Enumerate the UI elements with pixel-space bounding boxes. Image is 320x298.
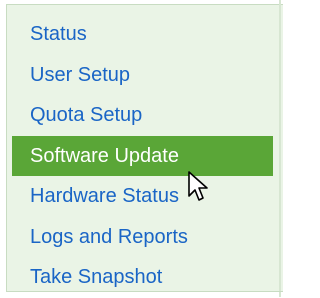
sidebar-item-label: User Setup xyxy=(30,63,131,86)
sidebar-item-label: Hardware Status xyxy=(30,185,179,208)
sidebar-item-label: Logs and Reports xyxy=(30,225,188,248)
sidebar-item-label: Quota Setup xyxy=(30,104,143,127)
sidebar-item-hardware-status[interactable]: Hardware Status xyxy=(12,176,277,217)
sidebar-item-label: Software Update xyxy=(30,144,179,167)
sidebar-item-quota-setup[interactable]: Quota Setup xyxy=(12,95,277,136)
panel-divider xyxy=(279,0,281,297)
sidebar-item-user-setup[interactable]: User Setup xyxy=(12,55,277,96)
sidebar-nav-list: Status User Setup Quota Setup Software U… xyxy=(12,14,277,298)
sidebar-item-status[interactable]: Status xyxy=(12,14,277,55)
sidebar-item-software-update[interactable]: Software Update xyxy=(12,135,273,176)
sidebar-item-label: Take Snapshot xyxy=(30,266,163,289)
sidebar-item-label: Status xyxy=(30,23,87,46)
sidebar-item-take-snapshot[interactable]: Take Snapshot xyxy=(12,257,277,298)
sidebar-item-logs-and-reports[interactable]: Logs and Reports xyxy=(12,217,277,258)
